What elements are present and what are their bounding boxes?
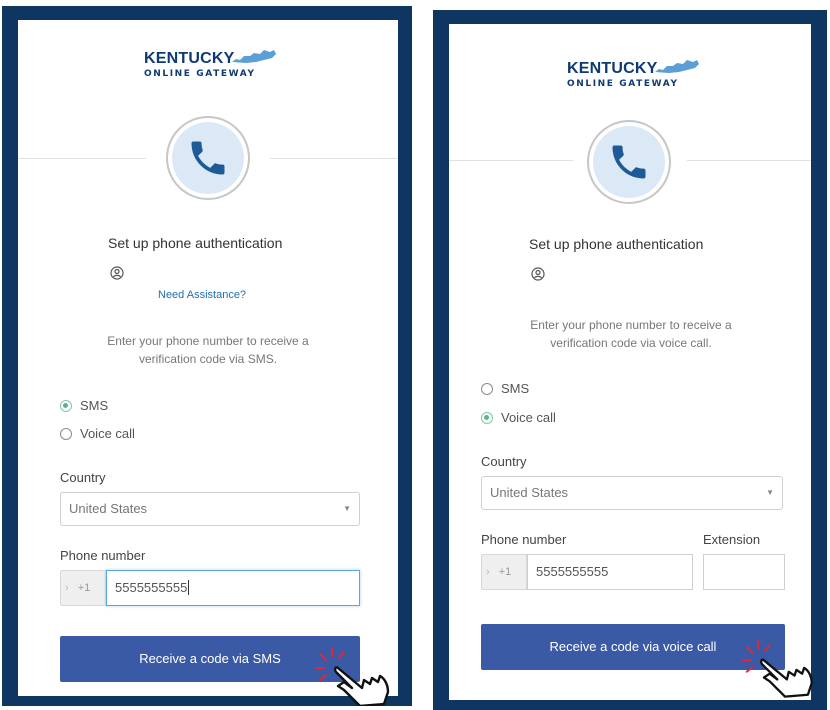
country-label: Country <box>481 454 527 469</box>
need-assistance-link[interactable]: Need Assistance? <box>158 289 246 301</box>
phone-number-label: Phone number <box>481 532 567 547</box>
instructions-line2: verification code via SMS. <box>138 352 278 366</box>
country-select[interactable]: United States ▼ <box>481 476 783 510</box>
divider-right <box>270 158 398 159</box>
radio-voice-call-label: Voice call <box>501 410 556 425</box>
instructions-text: Enter your phone number to receive a ver… <box>481 316 781 352</box>
radio-voice-call-indicator[interactable] <box>60 427 72 440</box>
phone-icon <box>612 145 646 179</box>
chevron-down-icon: ▼ <box>343 504 351 513</box>
page-title: Set up phone authentication <box>108 235 283 251</box>
radio-sms[interactable]: SMS <box>481 381 529 396</box>
kentucky-state-icon <box>655 60 699 73</box>
radio-sms-indicator[interactable] <box>481 382 493 395</box>
country-code-value: +1 <box>498 566 512 578</box>
user-icon <box>531 267 545 281</box>
logo-line2: ONLINE GATEWAY <box>567 79 679 89</box>
country-code-prefix: › +1 <box>481 554 527 590</box>
phone-number-label: Phone number <box>60 548 146 563</box>
divider-left <box>449 160 573 161</box>
instructions-line2: verification code via voice call. <box>550 336 712 350</box>
instructions-line1: Enter your phone number to receive a <box>107 334 309 348</box>
divider-left <box>18 158 146 159</box>
kentucky-state-icon <box>232 50 276 63</box>
phone-number-input[interactable]: 5555555555 <box>527 554 693 590</box>
country-label: Country <box>60 470 106 485</box>
radio-sms-indicator[interactable] <box>60 399 72 412</box>
user-icon <box>110 266 124 280</box>
chevron-down-icon: ▼ <box>766 488 774 497</box>
hand-pointer-icon <box>315 647 390 706</box>
receive-code-voice-call-button[interactable]: Receive a code via voice call <box>481 624 785 670</box>
arrow-icon: › <box>65 582 69 594</box>
hand-pointer-icon <box>741 640 813 698</box>
phone-badge <box>166 116 250 200</box>
divider-right <box>687 160 811 161</box>
phone-number-value: 5555555555 <box>115 580 188 595</box>
instructions-text: Enter your phone number to receive a ver… <box>58 332 358 368</box>
radio-voice-call-indicator[interactable] <box>481 411 493 424</box>
instructions-line1: Enter your phone number to receive a <box>530 318 732 332</box>
country-code-value: +1 <box>77 582 91 594</box>
radio-voice-call[interactable]: Voice call <box>60 426 135 441</box>
radio-sms[interactable]: SMS <box>60 398 108 413</box>
text-cursor <box>188 580 190 595</box>
phone-icon <box>191 141 225 175</box>
page-title: Set up phone authentication <box>529 236 704 252</box>
logo-line2: ONLINE GATEWAY <box>144 69 256 79</box>
arrow-icon: › <box>486 566 490 578</box>
voice-setup-frame: KENTUCKY ONLINE GATEWAY Set up phone aut… <box>433 10 827 710</box>
radio-voice-call[interactable]: Voice call <box>481 410 556 425</box>
extension-label: Extension <box>703 532 761 547</box>
radio-sms-label: SMS <box>501 381 530 396</box>
sms-setup-frame: KENTUCKY ONLINE GATEWAY Set up phone aut… <box>2 6 412 706</box>
phone-number-value: 5555555555 <box>536 564 609 579</box>
radio-voice-call-label: Voice call <box>80 426 135 441</box>
country-select-value: United States <box>69 501 148 516</box>
radio-sms-label: SMS <box>80 398 109 413</box>
country-select[interactable]: United States ▼ <box>60 492 360 526</box>
country-code-prefix: › +1 <box>60 570 106 606</box>
kentucky-online-gateway-logo: KENTUCKY ONLINE GATEWAY <box>144 50 276 79</box>
phone-number-input[interactable]: 5555555555 <box>106 570 360 606</box>
phone-badge <box>587 120 671 204</box>
voice-setup-card: KENTUCKY ONLINE GATEWAY Set up phone aut… <box>449 24 811 700</box>
extension-input[interactable] <box>703 554 785 590</box>
kentucky-online-gateway-logo: KENTUCKY ONLINE GATEWAY <box>567 60 699 89</box>
sms-setup-card: KENTUCKY ONLINE GATEWAY Set up phone aut… <box>18 20 398 696</box>
country-select-value: United States <box>490 485 569 500</box>
